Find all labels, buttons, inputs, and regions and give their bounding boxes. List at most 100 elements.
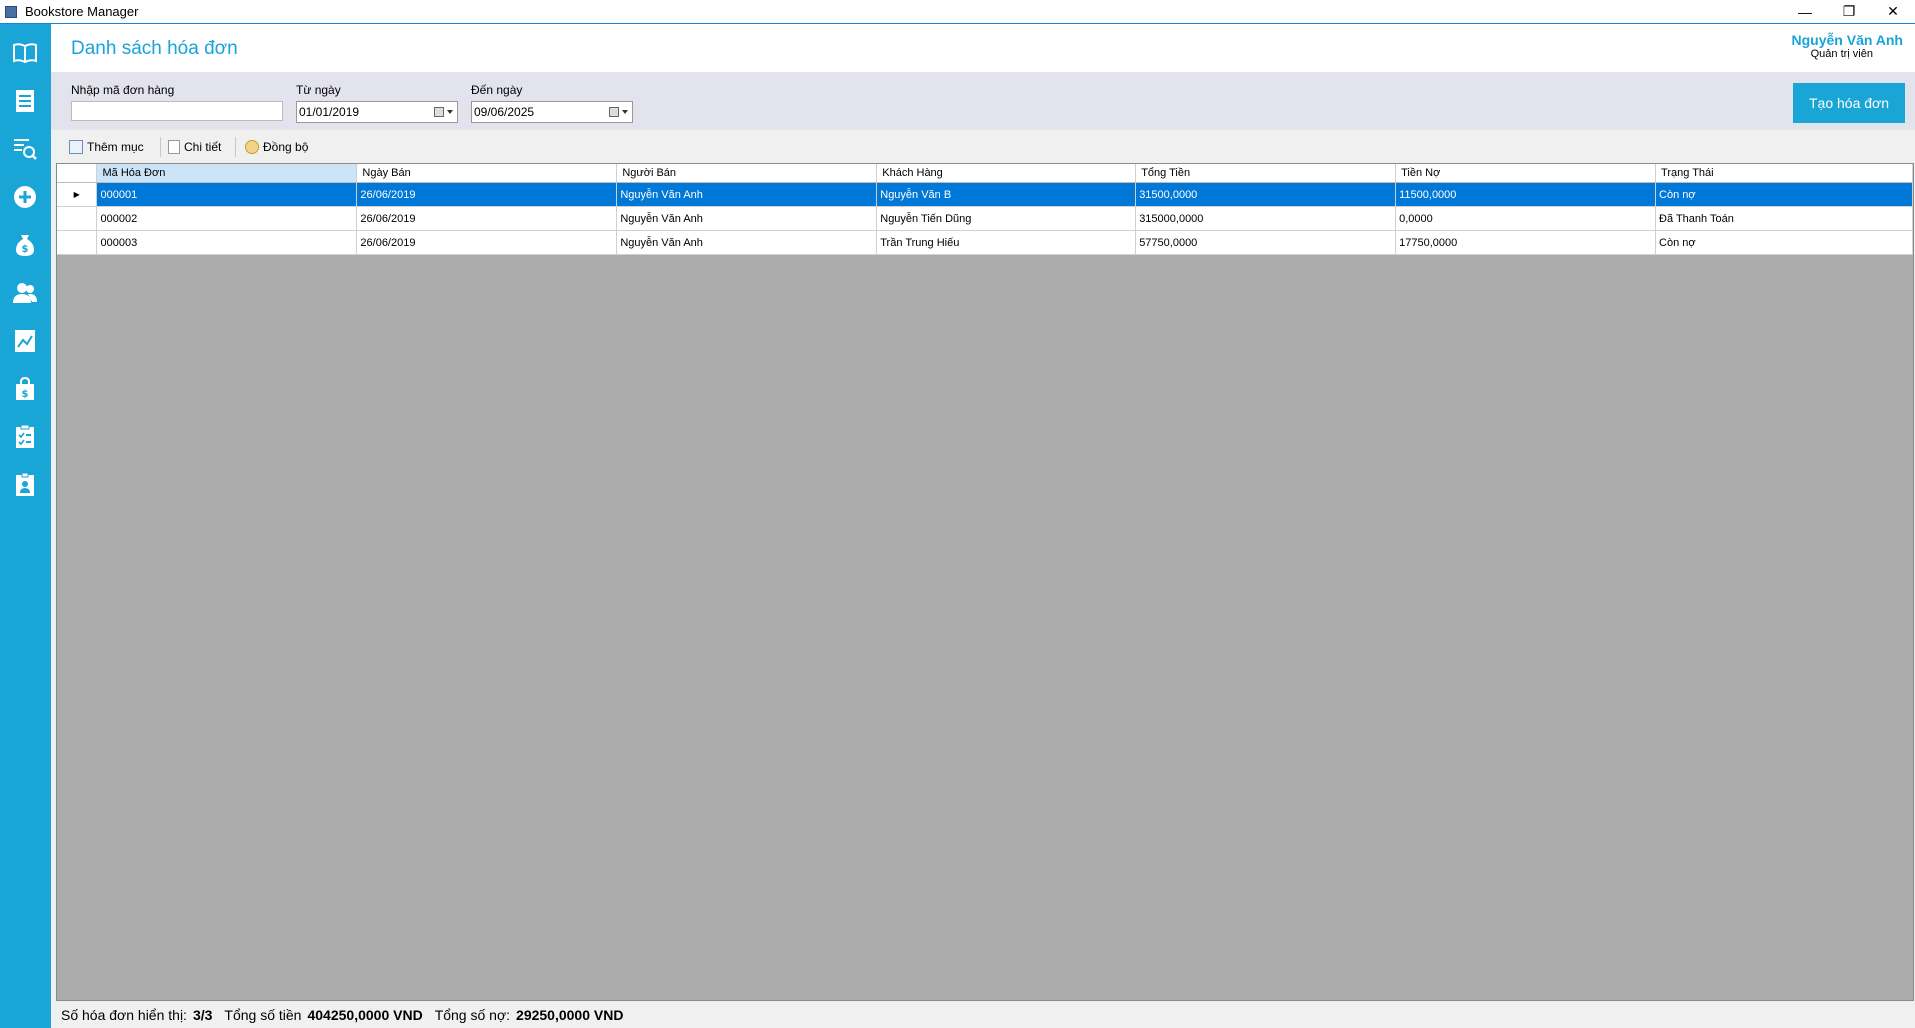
- from-date-dropdown[interactable]: [433, 104, 455, 120]
- cell-debt[interactable]: 0,0000: [1395, 206, 1657, 231]
- total-debt-value: 29250,0000 VND: [516, 1007, 624, 1023]
- cell-customer[interactable]: Nguyễn Văn B: [876, 182, 1137, 207]
- minimize-button[interactable]: —: [1783, 0, 1827, 23]
- sidebar-item-add[interactable]: [6, 178, 44, 216]
- cell-total[interactable]: 31500,0000: [1135, 182, 1397, 207]
- from-date-value: 01/01/2019: [299, 105, 360, 119]
- toolbar: Thêm mục Chi tiết Đồng bộ: [51, 131, 1915, 161]
- total-amount-value: 404250,0000 VND: [307, 1007, 423, 1023]
- cell-sale-date[interactable]: 26/06/2019: [356, 182, 618, 207]
- window-title: Bookstore Manager: [25, 4, 139, 19]
- add-item-icon: [69, 140, 83, 154]
- invoice-grid[interactable]: Mã Hóa Đơn Ngày Bán Người Bán Khách Hàng…: [56, 163, 1914, 1001]
- toolbar-separator: [160, 137, 161, 157]
- create-invoice-button[interactable]: Tạo hóa đơn: [1793, 83, 1905, 123]
- invoice-list-icon: [16, 90, 34, 112]
- table-row[interactable]: 000002 26/06/2019 Nguyễn Văn Anh Nguyễn …: [57, 206, 1913, 231]
- cell-invoice-code[interactable]: 000002: [96, 206, 358, 231]
- code-label: Nhập mã đơn hàng: [71, 83, 175, 97]
- cell-debt[interactable]: 17750,0000: [1395, 230, 1657, 255]
- filter-panel: Nhập mã đơn hàng Từ ngày 01/01/2019 Đến …: [51, 72, 1915, 130]
- svg-text:$: $: [22, 389, 29, 400]
- row-selector-marker[interactable]: [57, 230, 98, 255]
- sidebar-item-sales[interactable]: $: [6, 370, 44, 408]
- close-button[interactable]: ✕: [1871, 0, 1915, 23]
- sidebar-item-reports[interactable]: [6, 322, 44, 360]
- cell-total[interactable]: 315000,0000: [1135, 206, 1397, 231]
- total-debt-label: Tổng số nợ:: [434, 1007, 511, 1023]
- calendar-icon: [609, 107, 619, 117]
- page-header: Danh sách hóa đơn Nguyễn Văn Anh Quản tr…: [51, 24, 1915, 72]
- cell-status[interactable]: Còn nợ: [1655, 182, 1913, 207]
- cell-customer[interactable]: Trần Trung Hiếu: [876, 230, 1137, 255]
- row-header-corner: [57, 164, 98, 183]
- users-icon: [13, 283, 37, 303]
- calendar-icon: [434, 107, 444, 117]
- clipboard-check-icon: [16, 424, 34, 448]
- to-date-dropdown[interactable]: [608, 104, 630, 120]
- sync-icon: [245, 140, 259, 154]
- cell-debt[interactable]: 11500,0000: [1395, 182, 1657, 207]
- detail-label: Chi tiết: [184, 140, 222, 154]
- column-header-seller[interactable]: Người Bán: [616, 164, 878, 183]
- search-document-icon: [14, 139, 37, 160]
- status-bar: Số hóa đơn hiển thị: 3/3 Tổng số tiền 40…: [51, 1002, 1915, 1028]
- app-icon: [5, 5, 17, 18]
- column-header-sale-date[interactable]: Ngày Bán: [356, 164, 618, 183]
- window-controls: — ❐ ✕: [1783, 0, 1915, 23]
- sidebar-item-employees[interactable]: [6, 466, 44, 504]
- column-header-customer[interactable]: Khách Hàng: [876, 164, 1137, 183]
- row-selector-marker[interactable]: [57, 206, 98, 231]
- table-header-row: Mã Hóa Đơn Ngày Bán Người Bán Khách Hàng…: [57, 164, 1913, 183]
- window-titlebar: Bookstore Manager — ❐ ✕: [0, 0, 1915, 24]
- from-date-label: Từ ngày: [296, 83, 341, 97]
- cell-invoice-code[interactable]: 000003: [96, 230, 358, 255]
- cell-total[interactable]: 57750,0000: [1135, 230, 1397, 255]
- to-date-value: 09/06/2025: [474, 105, 535, 119]
- cell-seller[interactable]: Nguyễn Văn Anh: [616, 206, 878, 231]
- to-date-picker[interactable]: 09/06/2025: [471, 101, 633, 123]
- add-item-button[interactable]: Thêm mục: [69, 138, 144, 156]
- sidebar-item-tasks[interactable]: [6, 418, 44, 456]
- document-icon: [168, 140, 180, 154]
- cell-sale-date[interactable]: 26/06/2019: [356, 230, 618, 255]
- cell-customer[interactable]: Nguyễn Tiến Dũng: [876, 206, 1137, 231]
- sidebar-item-books[interactable]: [6, 34, 44, 72]
- money-bag-icon: $: [16, 235, 34, 256]
- cell-seller[interactable]: Nguyễn Văn Anh: [616, 182, 878, 207]
- column-header-total[interactable]: Tổng Tiền: [1135, 164, 1397, 183]
- invoice-table: Mã Hóa Đơn Ngày Bán Người Bán Khách Hàng…: [57, 164, 1913, 255]
- invoice-count-label: Số hóa đơn hiển thị:: [61, 1007, 187, 1023]
- user-role: Quản trị viên: [1810, 48, 1873, 60]
- invoice-code-input[interactable]: [71, 101, 283, 121]
- cell-status[interactable]: Đã Thanh Toán: [1655, 206, 1913, 231]
- row-selector-marker[interactable]: ▶: [57, 182, 98, 207]
- sidebar-item-invoices[interactable]: [6, 82, 44, 120]
- cell-sale-date[interactable]: 26/06/2019: [356, 206, 618, 231]
- sidebar-item-search[interactable]: [6, 130, 44, 168]
- id-badge-icon: [16, 472, 34, 496]
- detail-button[interactable]: Chi tiết: [168, 138, 221, 156]
- to-date-label: Đến ngày: [471, 83, 523, 97]
- table-row[interactable]: 000003 26/06/2019 Nguyễn Văn Anh Trần Tr…: [57, 230, 1913, 255]
- from-date-picker[interactable]: 01/01/2019: [296, 101, 458, 123]
- shopping-bag-icon: $: [16, 376, 34, 400]
- chart-icon: [15, 330, 35, 352]
- book-icon: [13, 43, 37, 64]
- cell-status[interactable]: Còn nợ: [1655, 230, 1913, 255]
- sync-label: Đồng bộ: [263, 140, 309, 154]
- toolbar-separator: [235, 137, 236, 157]
- restore-button[interactable]: ❐: [1827, 0, 1871, 23]
- cell-seller[interactable]: Nguyễn Văn Anh: [616, 230, 878, 255]
- chevron-down-icon: [447, 110, 453, 114]
- sidebar: $ $: [0, 24, 51, 1028]
- sidebar-item-money[interactable]: $: [6, 226, 44, 264]
- column-header-status[interactable]: Trạng Thái: [1655, 164, 1913, 183]
- column-header-invoice-code[interactable]: Mã Hóa Đơn: [96, 164, 358, 183]
- table-row[interactable]: ▶ 000001 26/06/2019 Nguyễn Văn Anh Nguyễ…: [57, 182, 1913, 207]
- invoice-count-value: 3/3: [192, 1007, 213, 1023]
- cell-invoice-code[interactable]: 000001: [96, 182, 358, 207]
- sidebar-item-users[interactable]: [6, 274, 44, 312]
- column-header-debt[interactable]: Tiền Nợ: [1395, 164, 1657, 183]
- sync-button[interactable]: Đồng bộ: [245, 138, 308, 156]
